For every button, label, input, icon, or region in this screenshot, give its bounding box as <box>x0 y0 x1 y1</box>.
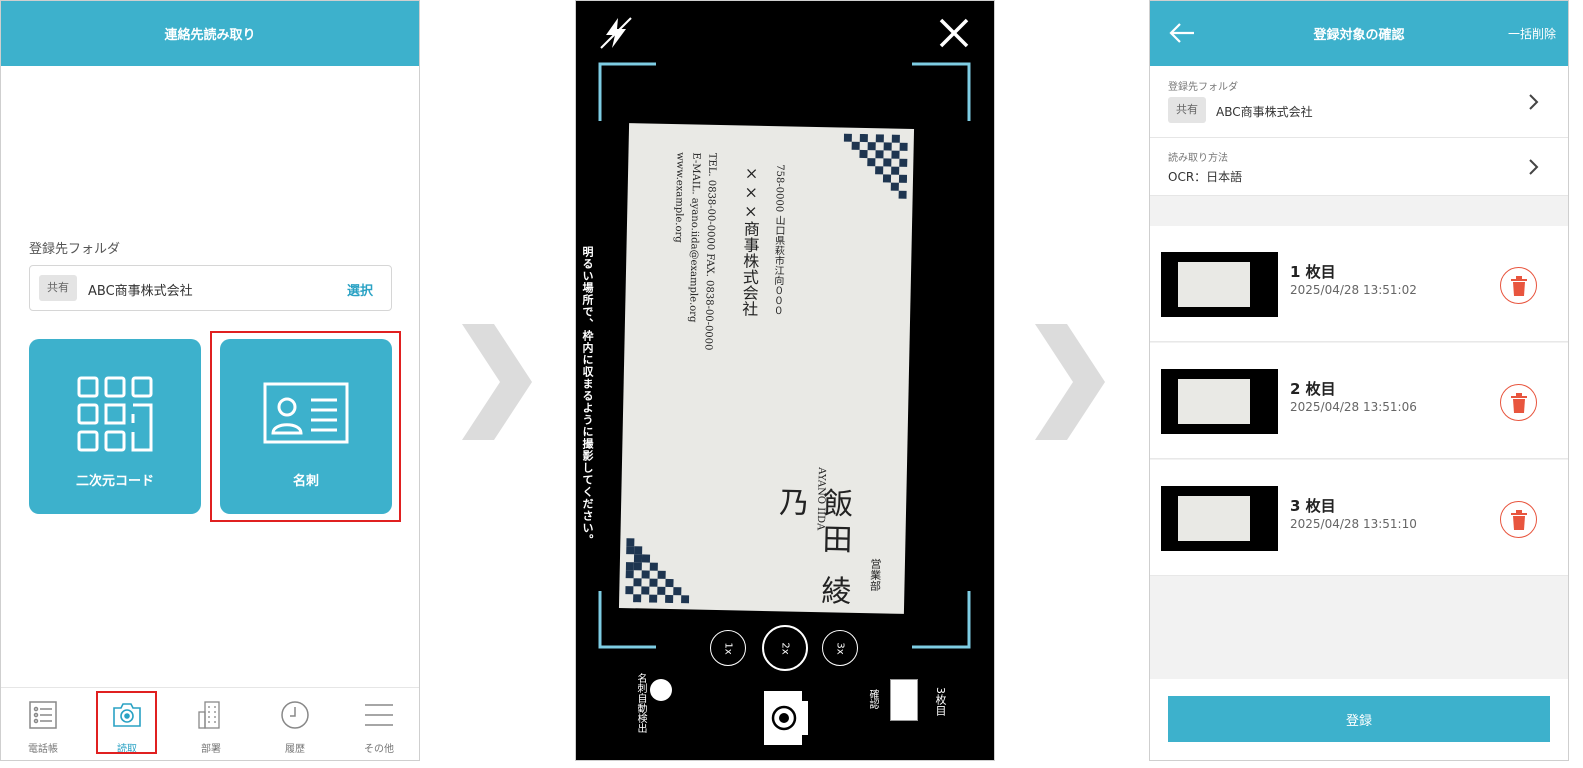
page-title: 連絡先読み取り <box>164 28 256 43</box>
item-title: 3 枚目 <box>1290 497 1336 515</box>
item-title: 1 枚目 <box>1290 263 1336 281</box>
chevron-right-icon <box>1035 324 1105 440</box>
tab-other[interactable]: その他 <box>337 688 419 760</box>
tab-label: 電話帳 <box>28 744 58 755</box>
folder-row[interactable]: 登録先フォルダ 共有 ABC商事株式会社 <box>1150 66 1568 138</box>
auto-detect-label: 名刺自動検出 <box>635 673 646 733</box>
item-date: 2025/04/28 13:51:06 <box>1290 400 1417 414</box>
tab-history[interactable]: 履歴 <box>253 688 337 760</box>
card-thumbnail <box>1161 369 1278 434</box>
folder-label: 登録先フォルダ <box>29 242 121 257</box>
register-button[interactable]: 登録 <box>1168 696 1550 742</box>
tab-label: その他 <box>364 744 394 755</box>
screen-confirm-registration: 登録対象の確認 一括削除 登録先フォルダ 共有 ABC商事株式会社 読み取り方法… <box>1149 0 1569 761</box>
list-item[interactable]: 1 枚目 2025/04/28 13:51:02 <box>1150 226 1568 342</box>
folder-label: 登録先フォルダ <box>1168 82 1238 93</box>
screen-camera: 明るい場所で、枠内に収まるように撮影してください。 ×××商事株式会社 758-… <box>575 0 995 761</box>
bulk-delete-button[interactable]: 一括削除 <box>1508 25 1556 42</box>
delete-button[interactable] <box>1500 501 1537 538</box>
business-card-preview: ×××商事株式会社 758-0000 山口県萩市江向０００ TEL. 0838-… <box>618 123 915 614</box>
tab-bar: 電話帳 読取 部署 履歴 その他 <box>1 687 419 760</box>
shutter-camera-icon[interactable] <box>762 687 810 749</box>
card-person-name: 飯田 綾乃 <box>772 486 853 612</box>
zoom-2x-button[interactable]: 2x <box>762 625 808 671</box>
list-item[interactable]: 3 枚目 2025/04/28 13:51:10 <box>1150 460 1568 576</box>
auto-detect-toggle[interactable] <box>650 679 672 701</box>
screen-contact-scan: 連絡先読み取り 登録先フォルダ 共有 ABC商事株式会社 選択 二次元コード 名… <box>0 0 420 761</box>
list-item[interactable]: 2 枚目 2025/04/28 13:51:06 <box>1150 343 1568 459</box>
clock-icon <box>281 701 309 729</box>
card-company: ×××商事株式会社 <box>739 163 762 317</box>
folder-name: ABC商事株式会社 <box>1216 105 1313 119</box>
tab-label: 履歴 <box>285 744 305 755</box>
item-date: 2025/04/28 13:51:02 <box>1290 283 1417 297</box>
delete-button[interactable] <box>1500 267 1537 304</box>
card-pattern-bottom <box>625 538 690 604</box>
highlight-frame-card <box>210 331 401 522</box>
chevron-right-icon <box>1529 159 1539 175</box>
zoom-1x-button[interactable]: 1x <box>710 630 746 666</box>
screen1-header: 連絡先読み取り <box>1 1 419 66</box>
card-address: 758-0000 山口県萩市江向０００ <box>771 164 786 316</box>
delete-button[interactable] <box>1500 384 1537 421</box>
menu-icon <box>365 704 393 726</box>
capture-count: 3枚目 <box>934 687 947 716</box>
highlight-frame-scan-tab <box>96 691 157 754</box>
chevron-right-icon <box>1529 94 1539 110</box>
building-icon <box>198 701 220 729</box>
card-tel: TEL. 0838-00-0000 FAX. 0838-00-0000 <box>702 152 718 351</box>
folder-selector[interactable]: 共有 ABC商事株式会社 選択 <box>29 265 392 311</box>
card-thumbnail <box>1161 252 1278 317</box>
qr-code-tile[interactable]: 二次元コード <box>29 339 201 514</box>
camera-hint: 明るい場所で、枠内に収まるように撮影してください。 <box>581 246 594 546</box>
last-capture-thumbnail[interactable] <box>890 679 918 721</box>
card-department: 営業部 <box>868 558 883 592</box>
card-email: E-MAIL. ayano.iida@example.org <box>686 152 702 323</box>
back-arrow-icon[interactable] <box>1169 23 1195 43</box>
trash-icon <box>1511 276 1527 296</box>
tab-label: 部署 <box>201 744 221 755</box>
trash-icon <box>1511 393 1527 413</box>
tab-contacts[interactable]: 電話帳 <box>1 688 85 760</box>
method-label: 読み取り方法 <box>1168 153 1228 164</box>
card-thumbnail <box>1161 486 1278 551</box>
folder-tag: 共有 <box>39 275 77 301</box>
qr-code-icon <box>77 376 153 452</box>
method-value: OCR：日本語 <box>1168 170 1243 184</box>
confirm-label[interactable]: 確認 <box>865 689 880 709</box>
card-pattern-top <box>843 133 908 199</box>
tab-department[interactable]: 部署 <box>169 688 253 760</box>
select-folder-button[interactable]: 選択 <box>347 280 373 299</box>
list-icon <box>29 701 57 729</box>
chevron-right-icon <box>462 324 532 440</box>
zoom-3x-button[interactable]: 3x <box>822 630 858 666</box>
screen3-header: 登録対象の確認 一括削除 <box>1150 1 1568 66</box>
folder-tag: 共有 <box>1168 97 1206 123</box>
ocr-method-row[interactable]: 読み取り方法 OCR：日本語 <box>1150 138 1568 196</box>
trash-icon <box>1511 510 1527 530</box>
item-title: 2 枚目 <box>1290 380 1336 398</box>
qr-code-tile-label: 二次元コード <box>75 474 154 489</box>
card-web: www.example.org <box>672 152 686 243</box>
item-date: 2025/04/28 13:51:10 <box>1290 517 1417 531</box>
folder-name: ABC商事株式会社 <box>88 284 193 299</box>
page-title: 登録対象の確認 <box>1313 28 1405 43</box>
